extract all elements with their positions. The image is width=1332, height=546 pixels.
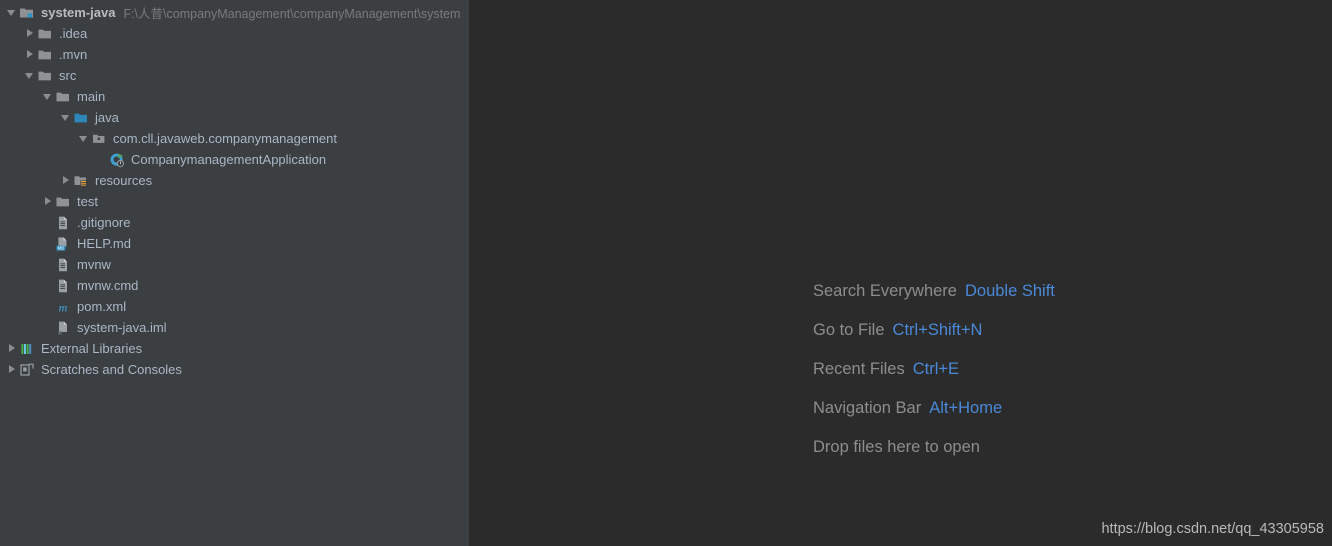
tree-node[interactable]: .idea	[0, 23, 469, 44]
chevron-right-icon[interactable]	[6, 338, 19, 359]
scratches-icon	[19, 362, 36, 378]
chevron-down-icon[interactable]	[6, 2, 19, 23]
tree-node-label: main	[77, 89, 106, 104]
chevron-down-icon[interactable]	[24, 65, 37, 86]
spring-application-icon	[109, 152, 126, 168]
tree-root-node[interactable]: system-java F:\人昔\companyManagement\compa…	[0, 2, 469, 23]
folder-icon	[37, 26, 54, 42]
tree-node-label: system-java.iml	[77, 320, 167, 335]
hint-action-label: Go to File	[813, 321, 885, 339]
chevron-down-icon[interactable]	[42, 86, 55, 107]
tree-node[interactable]: m pom.xml	[0, 296, 469, 317]
tree-node-label: CompanymanagementApplication	[131, 152, 327, 167]
tree-node[interactable]: .mvn	[0, 44, 469, 65]
tree-node[interactable]: resources	[0, 170, 469, 191]
source-folder-icon	[73, 110, 90, 126]
tree-node-label: HELP.md	[77, 236, 131, 251]
tree-node-label: src	[59, 68, 77, 83]
module-folder-icon	[19, 5, 36, 21]
hint-shortcut-label: Double Shift	[964, 282, 1055, 300]
tree-node-label: .idea	[59, 26, 88, 41]
hint-action-label: Search Everywhere	[813, 282, 957, 300]
watermark-url: https://blog.csdn.net/qq_43305958	[1101, 521, 1324, 537]
tree-node-label: pom.xml	[77, 299, 127, 314]
svg-text:MD: MD	[57, 245, 64, 250]
folder-icon	[37, 47, 54, 63]
editor-empty-area[interactable]: Search Everywhere Double Shift Go to File C…	[469, 0, 1332, 546]
tree-node-label: .gitignore	[77, 215, 131, 230]
tree-node[interactable]: External Libraries	[0, 338, 469, 359]
tree-node[interactable]: Scratches and Consoles	[0, 359, 469, 380]
tree-node[interactable]: main	[0, 86, 469, 107]
file-icon	[55, 278, 72, 294]
tree-node-label: .mvn	[59, 47, 88, 62]
tree-node[interactable]: com.cll.javaweb.companymanagement	[0, 128, 469, 149]
project-tool-window[interactable]: system-java F:\人昔\companyManagement\compa…	[0, 0, 469, 546]
editor-hint: Recent Files Ctrl+E	[813, 350, 1055, 389]
chevron-down-icon[interactable]	[78, 128, 91, 149]
resources-folder-icon	[73, 173, 90, 189]
chevron-right-icon[interactable]	[60, 170, 73, 191]
libraries-icon	[19, 341, 36, 357]
file-icon	[55, 257, 72, 273]
file-icon	[55, 215, 72, 231]
tree-node[interactable]: CompanymanagementApplication	[0, 149, 469, 170]
chevron-right-icon[interactable]	[24, 23, 37, 44]
tree-node[interactable]: system-java.iml	[0, 317, 469, 338]
tree-node[interactable]: MD HELP.md	[0, 233, 469, 254]
editor-hint-list: Search Everywhere Double Shift Go to File C…	[813, 272, 1055, 467]
hint-shortcut-label: Alt+Home	[929, 399, 1003, 417]
maven-file-icon: m	[55, 299, 72, 315]
chevron-right-icon[interactable]	[24, 44, 37, 65]
svg-text:m: m	[59, 300, 68, 314]
tree-node-label: mvnw.cmd	[77, 278, 139, 293]
hint-shortcut-label: Ctrl+Shift+N	[892, 321, 983, 339]
tree-node-label: Scratches and Consoles	[41, 362, 182, 377]
package-icon	[91, 131, 108, 147]
tree-node-label: java	[95, 110, 119, 125]
tree-node[interactable]: test	[0, 191, 469, 212]
idea-window: system-java F:\人昔\companyManagement\compa…	[0, 0, 1332, 546]
tree-node-label: com.cll.javaweb.companymanagement	[113, 131, 337, 146]
tree-node-label: resources	[95, 173, 153, 188]
hint-action-label: Navigation Bar	[813, 399, 922, 417]
editor-hint: Go to File Ctrl+Shift+N	[813, 311, 1055, 350]
folder-icon	[37, 68, 54, 84]
project-path-label: F:\人昔\companyManagement\companyManagemen…	[123, 7, 461, 21]
tree-node[interactable]: java	[0, 107, 469, 128]
hint-action-label: Recent Files	[813, 360, 905, 378]
markdown-file-icon: MD	[55, 236, 72, 252]
editor-hint: Search Everywhere Double Shift	[813, 272, 1055, 311]
editor-hint: Drop files here to open	[813, 428, 1055, 467]
tree-node[interactable]: .gitignore	[0, 212, 469, 233]
tree-node[interactable]: src	[0, 65, 469, 86]
hint-shortcut-label: Ctrl+E	[912, 360, 960, 378]
chevron-down-icon[interactable]	[60, 107, 73, 128]
chevron-right-icon[interactable]	[42, 191, 55, 212]
tree-node-label: External Libraries	[41, 341, 143, 356]
tree-node[interactable]: mvnw	[0, 254, 469, 275]
tree-node-label: system-java	[41, 5, 116, 20]
tree-node-label: test	[77, 194, 98, 209]
tree-node[interactable]: mvnw.cmd	[0, 275, 469, 296]
folder-icon	[55, 194, 72, 210]
chevron-right-icon[interactable]	[6, 359, 19, 380]
iml-file-icon	[55, 320, 72, 336]
tree-node-label: mvnw	[77, 257, 111, 272]
editor-hint: Navigation Bar Alt+Home	[813, 389, 1055, 428]
folder-icon	[55, 89, 72, 105]
project-tree[interactable]: system-java F:\人昔\companyManagement\compa…	[0, 0, 469, 380]
hint-action-label: Drop files here to open	[813, 438, 980, 456]
